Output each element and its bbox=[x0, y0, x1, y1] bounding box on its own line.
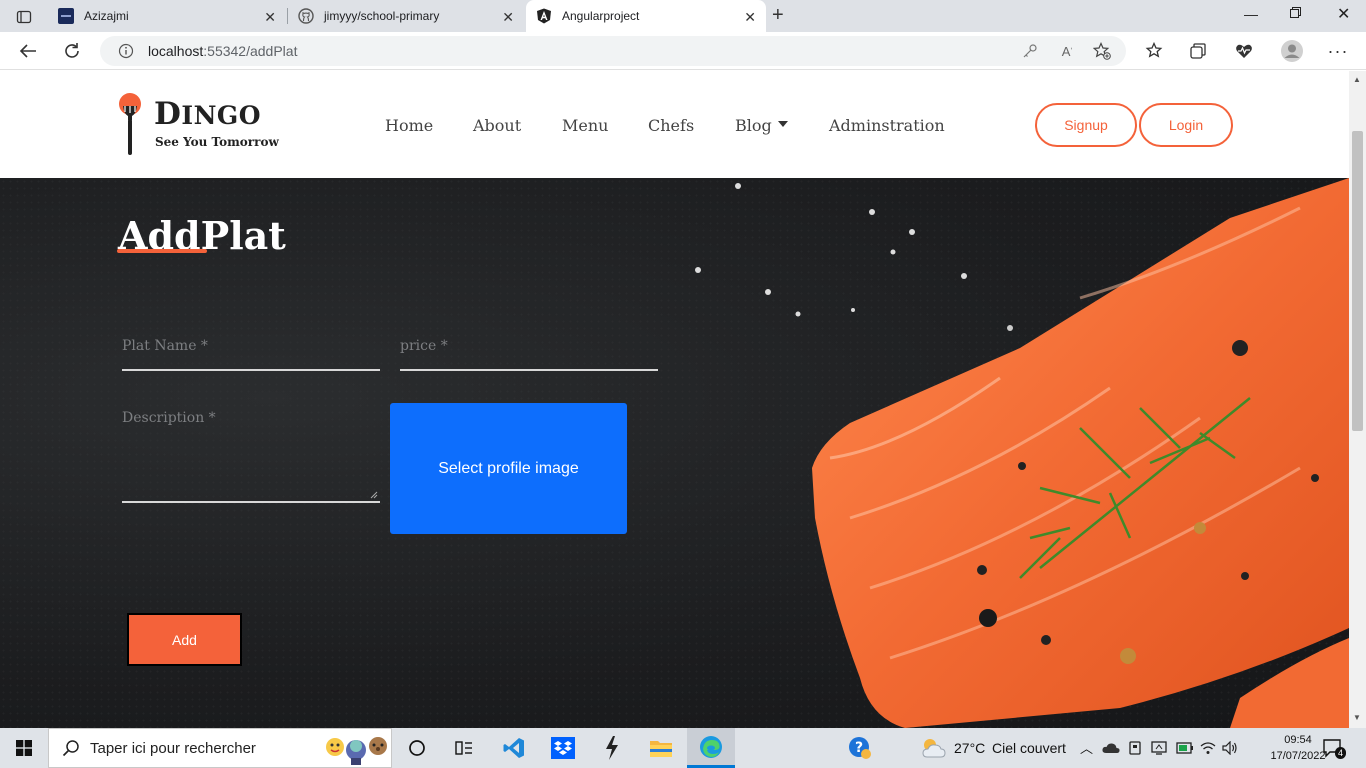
github-icon bbox=[298, 8, 314, 24]
wifi-icon[interactable] bbox=[1200, 741, 1216, 755]
tab-azizajmi[interactable]: Azizajmi ✕ bbox=[48, 0, 286, 32]
description-placeholder: Description * bbox=[122, 410, 216, 426]
notification-center[interactable]: 4 bbox=[1322, 738, 1347, 763]
system-clock[interactable]: 09:54 17/07/2022 bbox=[1268, 732, 1328, 764]
plat-name-field[interactable]: Plat Name * bbox=[122, 338, 380, 371]
onedrive-icon[interactable] bbox=[1102, 742, 1120, 754]
tab-angularproject[interactable]: Angularproject ✕ bbox=[526, 0, 766, 32]
add-favorite-icon[interactable] bbox=[1092, 41, 1112, 61]
fork-logo-icon bbox=[119, 93, 141, 155]
more-options-icon[interactable]: ··· bbox=[1327, 40, 1349, 62]
tab-actions-icon[interactable] bbox=[10, 6, 38, 28]
dropbox-icon[interactable] bbox=[539, 728, 587, 768]
search-highlight-icon bbox=[326, 737, 387, 765]
nav-about[interactable]: About bbox=[473, 116, 521, 135]
nav-chefs[interactable]: Chefs bbox=[648, 116, 694, 135]
plat-name-placeholder: Plat Name * bbox=[122, 338, 208, 354]
display-icon[interactable] bbox=[1151, 740, 1167, 756]
volume-icon[interactable] bbox=[1222, 741, 1238, 755]
page-scrollbar[interactable]: ▲ ▼ bbox=[1349, 71, 1366, 728]
dev-tool-icon[interactable] bbox=[588, 728, 636, 768]
health-icon[interactable] bbox=[1233, 40, 1255, 62]
logo-tagline: See You Tomorrow bbox=[155, 135, 279, 149]
login-button[interactable]: Login bbox=[1139, 103, 1233, 147]
refresh-icon[interactable] bbox=[61, 40, 83, 62]
avatar[interactable] bbox=[1281, 40, 1303, 62]
close-icon[interactable]: ✕ bbox=[744, 9, 756, 26]
hero-section: AddPlat Plat Name * price * Description … bbox=[0, 178, 1349, 728]
browser-toolbar: localhost:55342/addPlat Aʼ ··· bbox=[0, 32, 1366, 70]
nav-blog-label: Blog bbox=[735, 116, 772, 135]
select-image-button[interactable]: Select profile image bbox=[390, 403, 627, 534]
windows-start-icon[interactable] bbox=[0, 728, 48, 768]
restore-icon[interactable] bbox=[1290, 6, 1302, 22]
close-icon[interactable]: ✕ bbox=[264, 9, 276, 26]
title-underline bbox=[117, 249, 207, 253]
tab-school-primary[interactable]: jimyyy/school-primary ✕ bbox=[288, 0, 524, 32]
site-header: DINGO See You Tomorrow Home About Menu C… bbox=[0, 71, 1349, 178]
caret-down-icon bbox=[777, 120, 788, 127]
windows-taskbar: Taper ici pour rechercher ? 27°C Ciel co… bbox=[0, 728, 1366, 768]
scroll-thumb[interactable] bbox=[1352, 131, 1363, 431]
tab-title: Azizajmi bbox=[84, 9, 129, 23]
task-view-icon[interactable] bbox=[393, 728, 441, 768]
tab-title: jimyyy/school-primary bbox=[324, 9, 440, 23]
angular-icon bbox=[536, 8, 552, 24]
nav-menu[interactable]: Menu bbox=[562, 116, 608, 135]
back-arrow-icon[interactable] bbox=[17, 40, 39, 62]
new-tab-button[interactable]: + bbox=[772, 4, 784, 27]
key-icon[interactable] bbox=[1020, 41, 1040, 61]
site-logo[interactable]: DINGO See You Tomorrow bbox=[116, 92, 286, 158]
help-icon[interactable]: ? bbox=[836, 728, 884, 768]
weather-temp[interactable]: 27°C bbox=[954, 740, 985, 756]
minimize-icon[interactable]: — bbox=[1244, 6, 1258, 22]
address-bar[interactable]: localhost:55342/addPlat Aʼ bbox=[100, 36, 1126, 66]
nav-home[interactable]: Home bbox=[385, 116, 433, 135]
close-window-icon[interactable]: ✕ bbox=[1337, 4, 1350, 24]
add-button[interactable]: Add bbox=[127, 613, 242, 666]
weather-condition[interactable]: Ciel couvert bbox=[992, 740, 1066, 756]
clock-date: 17/07/2022 bbox=[1270, 750, 1326, 762]
price-placeholder: price * bbox=[400, 338, 448, 354]
read-aloud-icon[interactable]: Aʼ bbox=[1057, 41, 1077, 61]
price-field[interactable]: price * bbox=[400, 338, 658, 371]
search-placeholder: Taper ici pour rechercher bbox=[90, 739, 256, 757]
scroll-up-icon[interactable]: ▲ bbox=[1353, 75, 1361, 84]
vscode-icon[interactable] bbox=[490, 728, 538, 768]
nav-adminstration[interactable]: Adminstration bbox=[829, 116, 945, 135]
clock-time: 09:54 bbox=[1284, 734, 1312, 746]
url-text: localhost:55342/addPlat bbox=[148, 43, 298, 59]
notification-count: 4 bbox=[1335, 747, 1347, 759]
file-explorer-icon[interactable] bbox=[637, 728, 685, 768]
logo-name: DINGO bbox=[154, 96, 262, 132]
search-icon bbox=[62, 740, 79, 757]
signup-button[interactable]: Signup bbox=[1035, 103, 1137, 147]
collections-icon[interactable] bbox=[1187, 40, 1209, 62]
chevron-up-icon[interactable]: ︿ bbox=[1080, 738, 1093, 757]
app-icon bbox=[58, 8, 74, 24]
edge-browser-icon[interactable] bbox=[687, 728, 735, 768]
scroll-down-icon[interactable]: ▼ bbox=[1353, 713, 1361, 722]
tab-title: Angularproject bbox=[562, 9, 640, 23]
widgets-icon[interactable] bbox=[440, 728, 488, 768]
device-icon[interactable] bbox=[1128, 740, 1142, 756]
close-icon[interactable]: ✕ bbox=[502, 9, 514, 26]
nav-blog[interactable]: Blog bbox=[735, 116, 788, 135]
info-icon[interactable] bbox=[116, 41, 136, 61]
taskbar-search[interactable]: Taper ici pour rechercher bbox=[48, 728, 392, 768]
cloudy-weather-icon bbox=[922, 739, 946, 758]
description-textarea[interactable]: Description * bbox=[122, 410, 380, 503]
favorites-icon[interactable] bbox=[1143, 40, 1165, 62]
battery-icon[interactable] bbox=[1176, 742, 1194, 754]
resize-grip-icon[interactable] bbox=[370, 491, 378, 499]
browser-tab-strip: Azizajmi ✕ jimyyy/school-primary ✕ Angul… bbox=[0, 0, 1366, 32]
